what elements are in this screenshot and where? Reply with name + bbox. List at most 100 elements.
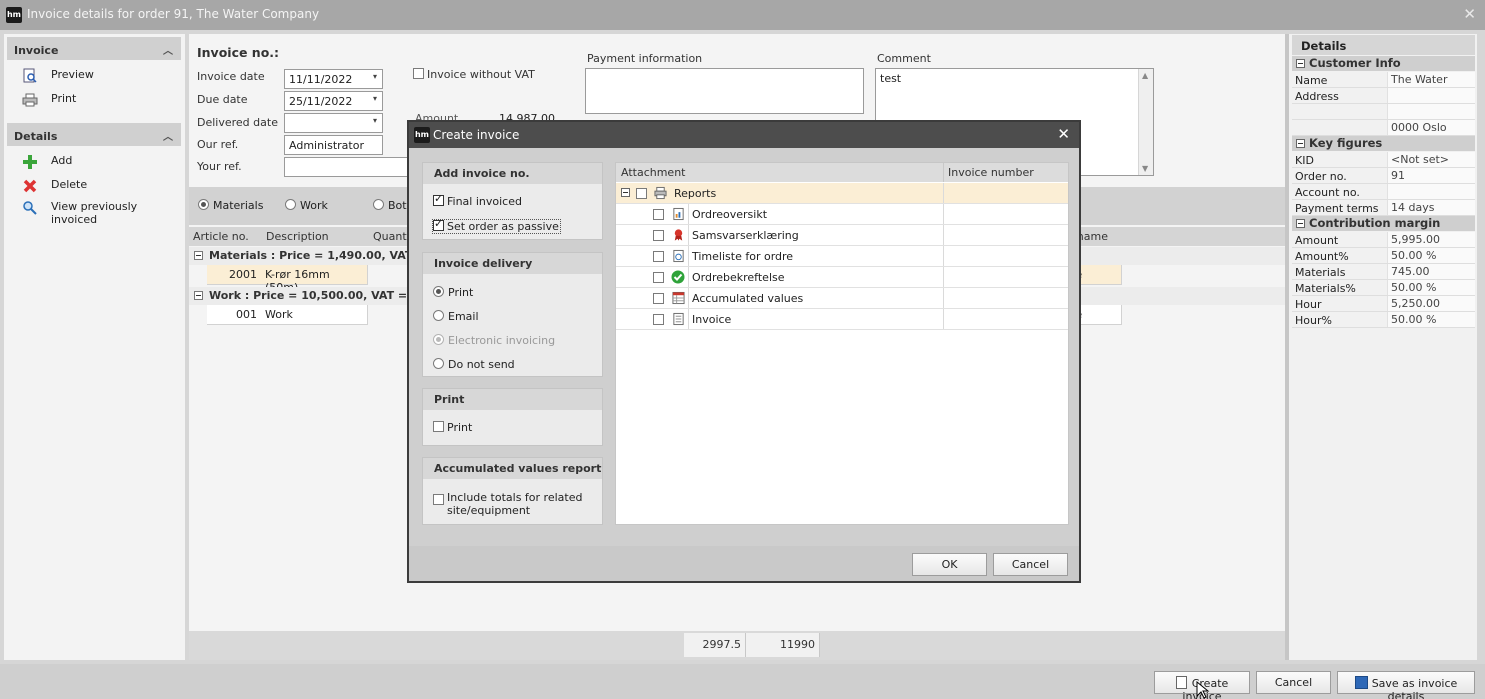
preview-action[interactable]: Preview [22, 68, 94, 86]
reports-folder-row[interactable]: Reports [616, 183, 1068, 204]
delivery-print-radio[interactable]: Print [433, 286, 473, 299]
checkbox-box[interactable] [433, 494, 444, 505]
invoice-number-cell[interactable] [943, 288, 1068, 308]
property-value[interactable] [1387, 104, 1475, 119]
dropdown-arrow-icon[interactable]: ▾ [373, 116, 377, 125]
dialog-cancel-button[interactable]: Cancel [993, 553, 1068, 576]
details-section-header[interactable]: Details ︿ [7, 123, 181, 146]
cancel-button[interactable]: Cancel [1256, 671, 1331, 694]
checkbox-box[interactable] [653, 209, 664, 220]
customer-info-header[interactable]: Customer Info [1292, 56, 1475, 71]
checkbox-box[interactable] [653, 251, 664, 262]
radio-button[interactable] [285, 199, 296, 210]
report-row[interactable]: Accumulated values [616, 288, 1068, 309]
column-description[interactable]: Description [266, 230, 329, 243]
print-action[interactable]: Print [22, 92, 76, 110]
invoice-without-vat-checkbox[interactable]: Invoice without VAT [413, 68, 535, 81]
property-value[interactable]: 0000 Oslo [1387, 120, 1475, 135]
dropdown-arrow-icon[interactable]: ▾ [373, 72, 377, 81]
filter-work-radio[interactable]: Work [285, 199, 328, 212]
scroll-down-arrow-icon[interactable]: ▼ [1142, 164, 1148, 173]
invoice-number-cell[interactable] [943, 309, 1068, 329]
property-value[interactable]: 50.00 % [1387, 312, 1475, 327]
invoice-number-cell[interactable] [943, 267, 1068, 287]
radio-button[interactable] [433, 286, 444, 297]
contribution-margin-header[interactable]: Contribution margin [1292, 216, 1475, 231]
checkbox-box[interactable] [433, 217, 444, 231]
print-checkbox[interactable]: Print [433, 421, 472, 434]
property-value[interactable] [1387, 88, 1475, 103]
include-totals-checkbox[interactable]: Include totals for related site/equipmen… [433, 491, 593, 517]
scroll-up-arrow-icon[interactable]: ▲ [1142, 71, 1148, 80]
checkbox-box[interactable] [433, 421, 444, 432]
property-value[interactable]: 91 [1387, 168, 1475, 183]
collapse-icon[interactable] [621, 188, 630, 197]
property-value[interactable]: The Water [1387, 72, 1475, 87]
window-close-icon[interactable]: ✕ [1463, 5, 1476, 23]
report-row[interactable]: Timeliste for ordre [616, 246, 1068, 267]
checkbox-box[interactable] [413, 68, 424, 79]
property-value[interactable] [1387, 184, 1475, 199]
add-action[interactable]: Add [22, 154, 72, 172]
report-row[interactable]: Invoice [616, 309, 1068, 330]
radio-button[interactable] [373, 199, 384, 210]
property-value[interactable]: 745.00 [1387, 264, 1475, 279]
collapse-icon[interactable] [1296, 139, 1305, 148]
invoice-number-cell[interactable] [943, 246, 1068, 266]
checkbox-box[interactable] [433, 192, 444, 206]
delivery-email-radio[interactable]: Email [433, 310, 479, 323]
invoice-date-field[interactable]: 11/11/2022 ▾ [284, 69, 383, 89]
report-row[interactable]: Ordreoversikt [616, 204, 1068, 225]
report-row[interactable]: Samsvarserklæring [616, 225, 1068, 246]
column-article-no[interactable]: Article no. [193, 230, 249, 243]
article-no-cell[interactable]: 2001 [207, 265, 262, 285]
key-figures-header[interactable]: Key figures [1292, 136, 1475, 151]
save-as-invoice-details-button[interactable]: Save as invoice details [1337, 671, 1475, 699]
collapse-icon[interactable] [194, 251, 203, 260]
invoice-section-header[interactable]: Invoice ︿ [7, 37, 181, 60]
description-cell[interactable]: K-rør 16mm (50m) [261, 265, 368, 294]
checkbox-box[interactable] [653, 293, 664, 304]
description-cell[interactable]: Work [261, 305, 368, 325]
collapse-icon[interactable] [1296, 219, 1305, 228]
column-attachment[interactable]: Attachment [621, 166, 686, 179]
invoice-number-cell[interactable] [943, 204, 1068, 224]
filter-materials-radio[interactable]: Materials [198, 199, 263, 212]
delivered-date-field[interactable]: ▾ [284, 113, 383, 133]
property-value[interactable]: 5,250.00 [1387, 296, 1475, 311]
checkbox-box[interactable] [636, 188, 647, 199]
set-passive-checkbox[interactable]: Set order as passive [432, 217, 561, 234]
collapse-chevron-icon[interactable]: ︿ [163, 42, 173, 57]
ok-button[interactable]: OK [912, 553, 987, 576]
collapse-chevron-icon[interactable]: ︿ [163, 128, 173, 143]
property-value[interactable]: 5,995.00 [1387, 232, 1475, 247]
delivery-do-not-send-radio[interactable]: Do not send [433, 358, 515, 371]
radio-button[interactable] [433, 358, 444, 369]
property-value[interactable]: 14 days [1387, 200, 1475, 215]
checkbox-box[interactable] [653, 272, 664, 283]
invoice-number-cell[interactable] [943, 183, 1068, 203]
checkbox-box[interactable] [653, 314, 664, 325]
dialog-close-icon[interactable]: ✕ [1057, 125, 1070, 143]
dropdown-arrow-icon[interactable]: ▾ [373, 94, 377, 103]
view-previously-invoiced-action[interactable]: View previously invoiced [22, 200, 162, 226]
payment-info-textarea[interactable] [585, 68, 864, 114]
checkbox-box[interactable] [653, 230, 664, 241]
comment-scrollbar[interactable]: ▲ ▼ [1138, 69, 1153, 175]
delete-action[interactable]: Delete [22, 178, 87, 196]
property-value[interactable]: 50.00 % [1387, 280, 1475, 295]
property-value[interactable]: <Not set> [1387, 152, 1475, 167]
collapse-icon[interactable] [1296, 59, 1305, 68]
report-row[interactable]: Ordrebekreftelse [616, 267, 1068, 288]
property-value[interactable]: 50.00 % [1387, 248, 1475, 263]
article-no-cell[interactable]: 001 [207, 305, 262, 325]
invoice-number-cell[interactable] [943, 225, 1068, 245]
radio-button[interactable] [198, 199, 209, 210]
column-invoice-number[interactable]: Invoice number [943, 163, 1034, 182]
due-date-field[interactable]: 25/11/2022 ▾ [284, 91, 383, 111]
final-invoiced-checkbox[interactable]: Final invoiced [433, 192, 522, 208]
our-ref-field[interactable]: Administrator [284, 135, 383, 155]
radio-button[interactable] [433, 310, 444, 321]
your-ref-field[interactable] [284, 157, 414, 177]
collapse-icon[interactable] [194, 291, 203, 300]
